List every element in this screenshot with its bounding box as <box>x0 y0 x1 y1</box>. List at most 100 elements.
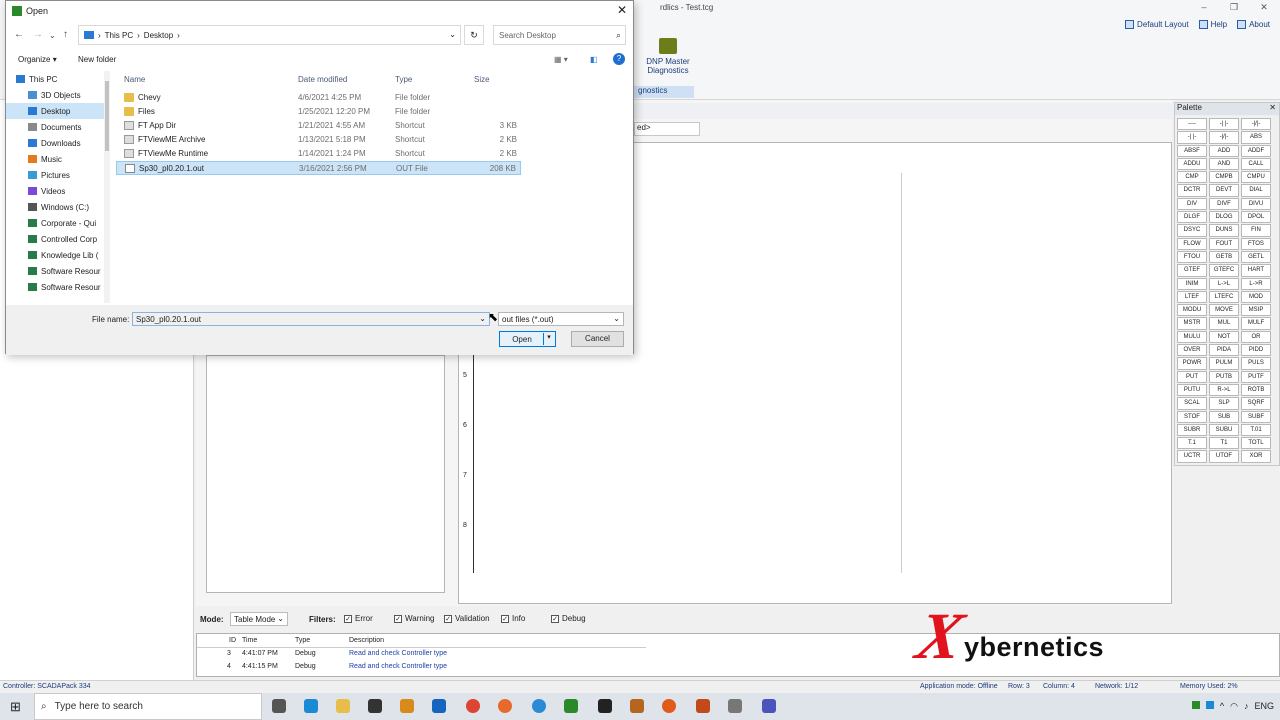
col-size[interactable]: Size <box>474 75 490 84</box>
app2-icon[interactable] <box>662 699 676 713</box>
breadcrumb-this-pc[interactable]: This PC <box>105 31 133 40</box>
file-row[interactable]: FTViewME Archive 1/13/2021 5:18 PM Shortcu… <box>116 133 521 147</box>
sublime-icon[interactable] <box>400 699 414 713</box>
tree-item[interactable]: Windows (C:) <box>6 199 110 215</box>
palette-item[interactable]: CMPB <box>1209 171 1239 184</box>
palette-item[interactable]: DIVU <box>1241 197 1271 211</box>
task-view-icon[interactable] <box>272 699 286 713</box>
editor-combo[interactable]: ed> <box>634 122 700 136</box>
palette-item[interactable]: MSIP <box>1241 304 1271 317</box>
up-icon[interactable]: ↑ <box>63 29 68 40</box>
palette-item[interactable]: DIV <box>1177 197 1207 211</box>
palette-item[interactable]: DPOL <box>1241 211 1271 224</box>
palette-item[interactable]: FIN <box>1241 224 1271 237</box>
filter-warning[interactable]: ✓ Warning <box>394 614 435 623</box>
filter-info[interactable]: ✓ Info <box>501 614 525 623</box>
palette-item[interactable]: DIVF <box>1209 197 1239 211</box>
tree-item[interactable]: Videos <box>6 183 110 199</box>
language-indicator[interactable]: ENG <box>1254 701 1274 712</box>
palette-item[interactable]: INIM <box>1177 277 1207 290</box>
palette-item[interactable]: STOF <box>1177 410 1207 423</box>
chevron-up-icon[interactable]: ^ <box>1220 701 1224 712</box>
palette-item[interactable]: CALL <box>1241 157 1271 171</box>
edge-icon[interactable] <box>304 699 318 713</box>
palette-item[interactable]: PUTF <box>1241 370 1271 383</box>
help-link[interactable]: Help <box>1198 20 1227 29</box>
palette-item[interactable]: OR <box>1241 330 1271 344</box>
close-icon[interactable]: ✕ <box>617 3 627 17</box>
chevron-down-icon[interactable]: ⌄ <box>449 30 456 39</box>
palette-item[interactable]: ADD <box>1209 144 1239 157</box>
palette-item[interactable]: PIDD <box>1241 344 1271 357</box>
col-type[interactable]: Type <box>292 634 346 648</box>
col-id[interactable]: ID <box>197 634 239 648</box>
palette-item[interactable]: PULM <box>1209 357 1239 370</box>
tree-item[interactable]: Downloads <box>6 135 110 151</box>
palette-item[interactable]: SQRF <box>1241 397 1271 410</box>
palette-item[interactable]: ROTB <box>1241 383 1271 397</box>
palette-item[interactable]: PUTB <box>1209 370 1239 383</box>
palette-item[interactable]: FOUT <box>1209 237 1239 250</box>
tree-item[interactable]: Music <box>6 151 110 167</box>
chevron-down-icon[interactable]: ⌄ <box>479 314 486 323</box>
app4-icon[interactable] <box>728 699 742 713</box>
palette-item[interactable]: SLP <box>1209 397 1239 410</box>
palette-item[interactable]: SCAL <box>1177 397 1207 410</box>
remote-icon[interactable] <box>532 699 546 713</box>
app-icon[interactable] <box>368 699 382 713</box>
tree-item[interactable]: Corporate - Qui <box>6 215 110 231</box>
vs-icon[interactable] <box>432 699 446 713</box>
palette-item[interactable]: ABS <box>1241 131 1271 144</box>
palette-item[interactable]: PIDA <box>1209 344 1239 357</box>
file-type-filter[interactable]: out files (*.out) ⌄ <box>498 312 624 326</box>
palette-item[interactable]: HART <box>1241 264 1271 277</box>
minimize-button[interactable]: – <box>1190 2 1218 16</box>
palette-item[interactable]: MULU <box>1177 330 1207 344</box>
filter-debug[interactable]: ✓ Debug <box>551 614 586 623</box>
palette-item[interactable]: ADDU <box>1177 157 1207 171</box>
close-icon[interactable]: ✕ <box>1269 103 1276 112</box>
palette-item[interactable]: UTOF <box>1209 450 1239 463</box>
palette-item[interactable]: MOVE <box>1209 304 1239 317</box>
palette-item[interactable]: PUTU <box>1177 383 1207 397</box>
close-app-button[interactable]: ✕ <box>1250 2 1278 16</box>
new-folder-button[interactable]: New folder <box>78 55 116 64</box>
palette-item[interactable]: -| |- <box>1209 118 1239 131</box>
refresh-button[interactable]: ↻ <box>464 25 484 45</box>
palette-item[interactable]: GTEF <box>1177 264 1207 277</box>
palette-item[interactable]: DSYC <box>1177 224 1207 237</box>
tree-scrollbar[interactable] <box>104 71 110 303</box>
filter-error[interactable]: ✓ Error <box>344 614 373 623</box>
palette-item[interactable]: -|/|- <box>1241 118 1271 131</box>
palette-item[interactable]: SUBF <box>1241 410 1271 423</box>
palette-item[interactable]: CMPU <box>1241 171 1271 184</box>
explorer-icon[interactable] <box>336 699 350 713</box>
palette-item[interactable]: T1 <box>1209 437 1239 450</box>
palette-item[interactable]: NOT <box>1209 330 1239 344</box>
cancel-button[interactable]: Cancel <box>571 331 624 347</box>
palette-item[interactable]: LTEF <box>1177 290 1207 304</box>
palette-item[interactable]: DEVT <box>1209 184 1239 197</box>
file-row[interactable]: FTViewMe Runtime 1/14/2021 1:24 PM Shortcu… <box>116 147 521 161</box>
palette-item[interactable]: SUBU <box>1209 423 1239 437</box>
windows-start-icon[interactable]: ⊞ <box>10 699 21 715</box>
tree-item[interactable]: Desktop <box>6 103 110 119</box>
palette-item[interactable]: DLGF <box>1177 211 1207 224</box>
volume-icon[interactable]: ♪ <box>1244 701 1249 712</box>
app3-icon[interactable] <box>696 699 710 713</box>
organize-button[interactable]: Organize ▾ <box>18 55 57 64</box>
palette-item[interactable]: LTEFC <box>1209 290 1239 304</box>
network-list[interactable] <box>206 355 445 593</box>
palette-item[interactable]: T.01 <box>1241 423 1271 437</box>
studio-icon[interactable] <box>630 699 644 713</box>
file-row[interactable]: Sp30_pl0.20.1.out 3/16/2021 2:56 PM OUT Fi… <box>116 161 521 175</box>
default-layout-link[interactable]: Default Layout <box>1125 20 1189 29</box>
palette-item[interactable]: PUT <box>1177 370 1207 383</box>
palette-item[interactable]: R->L <box>1209 383 1239 397</box>
tree-item[interactable]: This PC <box>6 71 110 87</box>
palette-item[interactable]: XOR <box>1241 450 1271 463</box>
palette-item[interactable]: DIAL <box>1241 184 1271 197</box>
wifi-icon[interactable]: ◠ <box>1230 701 1238 712</box>
palette-item[interactable]: MULF <box>1241 317 1271 330</box>
col-description[interactable]: Description <box>346 634 646 648</box>
